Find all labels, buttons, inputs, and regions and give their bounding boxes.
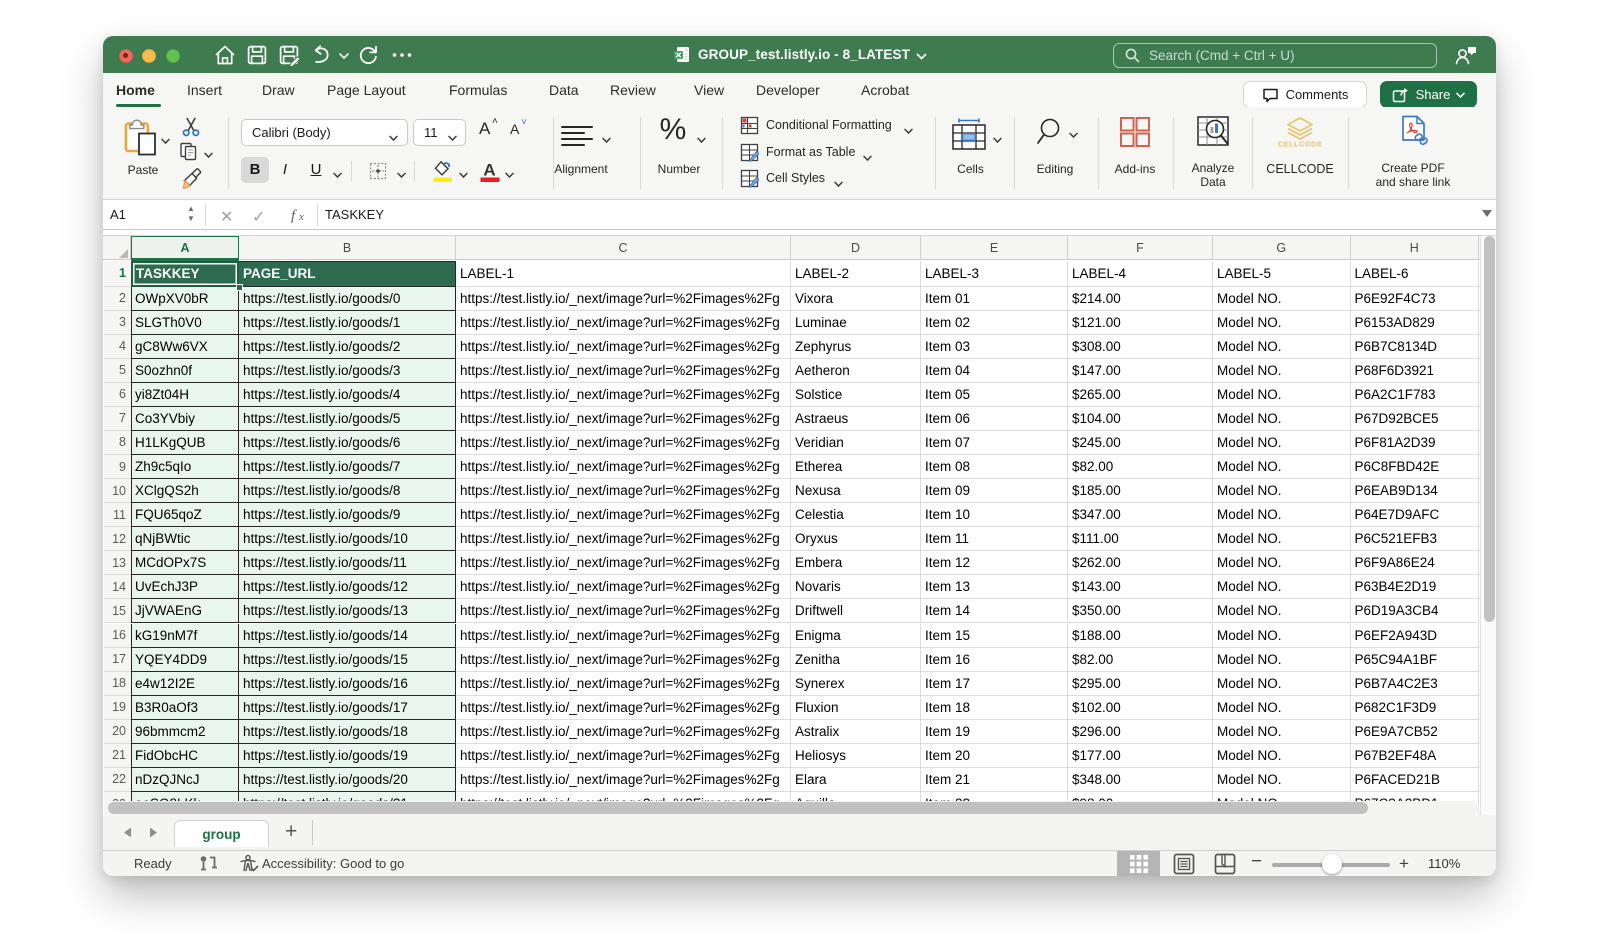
svg-text:f: f (291, 208, 297, 223)
svg-text:A: A (483, 161, 495, 180)
svg-text:CELLCODE: CELLCODE (1278, 140, 1322, 148)
svg-text:%: % (660, 115, 687, 145)
svg-text:x: x (298, 211, 304, 223)
